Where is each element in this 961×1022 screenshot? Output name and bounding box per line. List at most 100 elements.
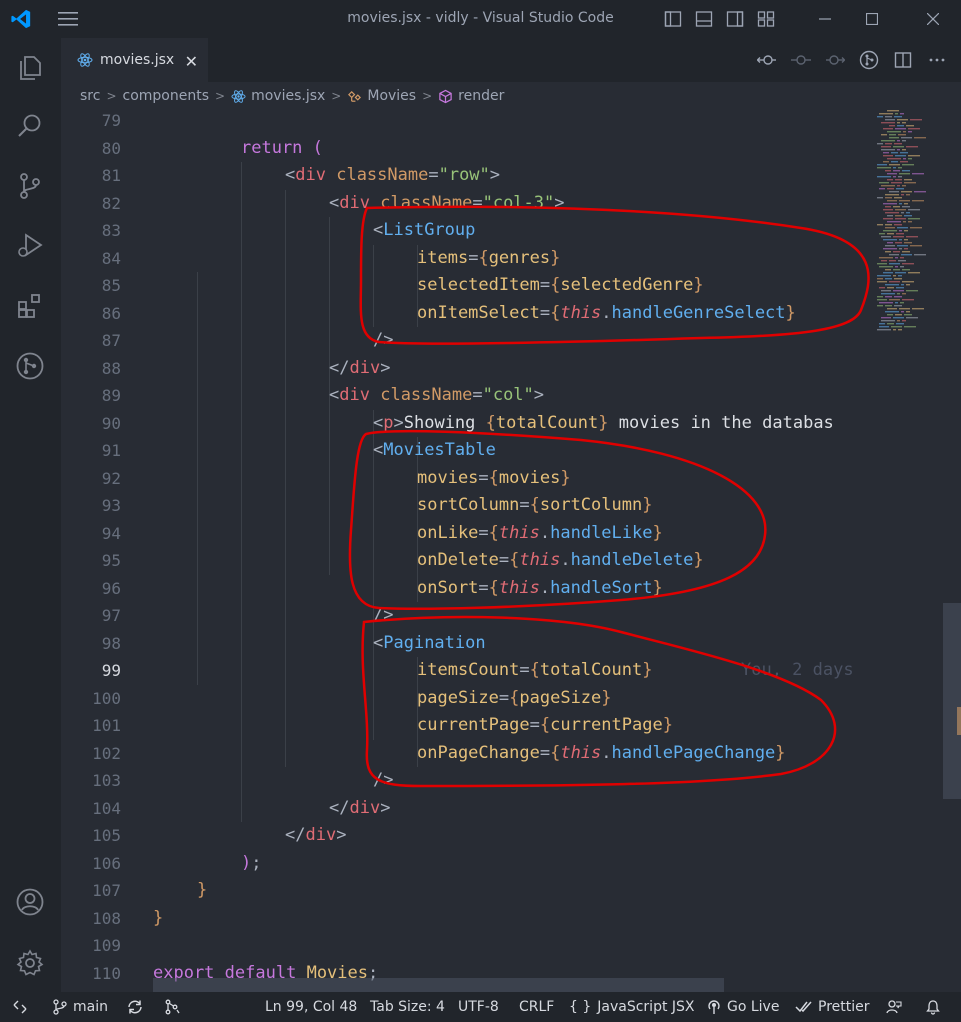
minimap[interactable] (873, 110, 943, 350)
minimap-line (877, 278, 883, 280)
file-encoding[interactable]: UTF-8 (458, 992, 499, 1022)
customize-layout-icon[interactable] (757, 10, 775, 28)
minimap-line (887, 242, 893, 244)
code-line[interactable]: <div className="col-3"> (329, 190, 565, 218)
language-mode[interactable]: { } JavaScript JSX (569, 992, 695, 1022)
code-line[interactable]: <div className="col"> (329, 382, 544, 410)
minimap-line (877, 275, 891, 277)
breadcrumb-method[interactable]: render (438, 88, 504, 104)
code-line[interactable]: pageSize={pageSize} (417, 685, 612, 713)
cursor-position[interactable]: Ln 99, Col 48 (265, 992, 357, 1022)
code-line[interactable]: selectedItem={selectedGenre} (417, 272, 704, 300)
minimap-line (891, 326, 902, 328)
toggle-secondary-sidebar-icon[interactable] (726, 10, 744, 28)
explorer-icon[interactable] (13, 50, 47, 84)
minimap-line (887, 179, 893, 181)
extensions-icon[interactable] (13, 289, 47, 323)
minimize-icon[interactable] (802, 0, 848, 38)
code-line[interactable]: </div> (329, 355, 390, 383)
gitlens-status-icon[interactable] (164, 992, 185, 1022)
code-line[interactable]: /> (373, 767, 393, 795)
search-icon[interactable] (13, 109, 47, 143)
code-line[interactable]: sortColumn={sortColumn} (417, 492, 652, 520)
tab-size[interactable]: Tab Size: 4 (370, 992, 445, 1022)
code-line[interactable]: return ( (241, 135, 323, 163)
minimap-line (893, 329, 896, 331)
toggle-primary-sidebar-icon[interactable] (664, 10, 682, 28)
code-line[interactable]: </div> (285, 822, 346, 850)
split-editor-icon[interactable] (893, 50, 913, 70)
minimap-line (906, 284, 910, 286)
code-line[interactable]: <MoviesTable (373, 437, 496, 465)
code-line[interactable]: onSort={this.handleSort} (417, 575, 663, 603)
gitlens-compare-icon[interactable] (859, 50, 879, 70)
settings-gear-icon[interactable] (13, 946, 47, 980)
breadcrumb-class[interactable]: Movies (347, 88, 416, 104)
minimap-line (893, 317, 904, 319)
code-line[interactable]: onLike={this.handleLike} (417, 520, 663, 548)
minimap-line (883, 248, 897, 250)
minimap-line (885, 311, 899, 313)
code-editor[interactable]: 79 80 81 82 83 84 85 86 87 88 89 90 91 92 93 94 95 96 97 98… (61, 110, 961, 992)
breadcrumb-components[interactable]: components (123, 88, 210, 104)
run-debug-icon[interactable] (13, 228, 47, 262)
remote-indicator-icon[interactable] (12, 992, 33, 1022)
accounts-icon[interactable] (13, 885, 47, 919)
code-line[interactable]: </div> (329, 795, 390, 823)
minimap-line (894, 305, 902, 307)
code-line[interactable]: onItemSelect={this.handleGenreSelect} (417, 300, 796, 328)
breadcrumb-file[interactable]: movies.jsx (231, 88, 325, 104)
code-line[interactable]: items={genres} (417, 245, 560, 273)
code-line[interactable]: <div className="row"> (285, 162, 500, 190)
source-control-icon[interactable] (13, 169, 47, 203)
tab-close-icon[interactable]: ✕ (185, 52, 198, 71)
minimap-line (885, 143, 892, 145)
go-forward-icon[interactable] (825, 50, 845, 70)
line-number: 90 (101, 413, 121, 433)
branch-indicator[interactable]: main (52, 992, 108, 1022)
code-line[interactable]: onDelete={this.handleDelete} (417, 547, 704, 575)
line-number: 91 (101, 441, 121, 460)
close-window-icon[interactable] (910, 0, 956, 38)
prettier-status[interactable]: Prettier (795, 992, 870, 1022)
code-line[interactable]: ); (241, 850, 262, 878)
feedback-icon[interactable] (886, 992, 907, 1022)
gitlens-icon[interactable] (13, 349, 47, 383)
toggle-panel-icon[interactable] (695, 10, 713, 28)
horizontal-scrollbar-thumb[interactable] (153, 978, 724, 992)
more-actions-icon[interactable] (927, 50, 947, 70)
minimap-line (881, 146, 891, 148)
code-line[interactable]: movies={movies} (417, 465, 571, 493)
minimap-line (877, 305, 883, 307)
minimap-line (877, 197, 883, 199)
code-line[interactable]: <ListGroup (373, 217, 475, 245)
code-line[interactable]: <p>Showing {totalCount} movies in the da… (373, 410, 834, 438)
notifications-bell-icon[interactable] (925, 992, 946, 1022)
minimap-line (898, 260, 906, 262)
minimap-line (904, 248, 908, 250)
sync-icon[interactable] (126, 992, 149, 1022)
code-line[interactable]: /> (373, 602, 393, 630)
vertical-scrollbar[interactable] (943, 110, 961, 992)
code-line[interactable]: onPageChange={this.handlePageChange} (417, 740, 786, 768)
code-line[interactable]: } (197, 877, 207, 905)
end-of-line[interactable]: CRLF (519, 992, 554, 1022)
maximize-icon[interactable] (849, 0, 895, 38)
minimap-line (904, 179, 912, 181)
minimap-line (901, 194, 904, 196)
commit-icon[interactable] (791, 50, 811, 70)
go-back-icon[interactable] (757, 50, 777, 70)
tab-movies-jsx[interactable]: movies.jsx ✕ (61, 38, 208, 82)
minimap-line (885, 269, 891, 271)
code-line[interactable]: <Pagination (373, 630, 486, 658)
breadcrumb-file-label: movies.jsx (251, 88, 326, 104)
breadcrumb-src[interactable]: src (80, 88, 100, 104)
code-line[interactable]: currentPage={currentPage} (417, 712, 673, 740)
code-line[interactable]: itemsCount={totalCount} (417, 657, 652, 685)
vertical-scrollbar-thumb[interactable] (943, 603, 961, 799)
go-live-button[interactable]: Go Live (706, 992, 779, 1022)
minimap-line (902, 122, 906, 124)
code-line[interactable]: /> (373, 327, 393, 355)
code-line[interactable]: } (153, 905, 163, 933)
line-number: 81 (101, 166, 121, 185)
